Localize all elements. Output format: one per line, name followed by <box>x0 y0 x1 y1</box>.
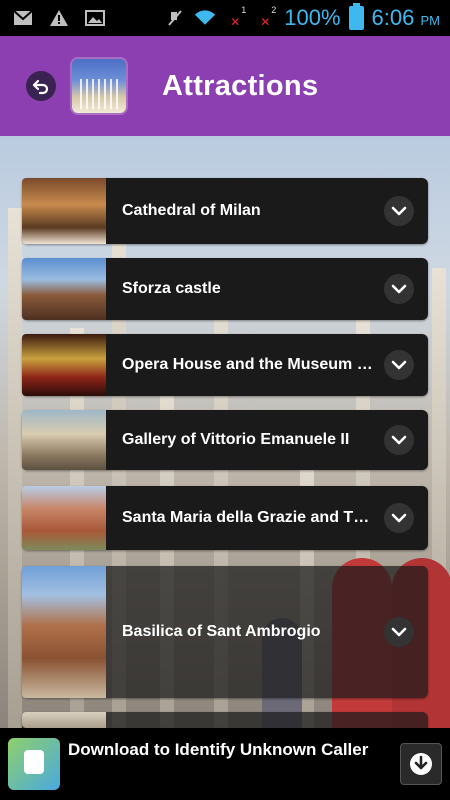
thumbnail <box>22 258 106 320</box>
list-item-label: Cathedral of Milan <box>122 202 261 219</box>
list-item-label: Sforza castle <box>122 280 221 297</box>
list-item[interactable]: Gallery of Vittorio Emanuele II <box>22 410 428 470</box>
ad-banner[interactable]: Download to Identify Unknown Caller <box>0 728 450 800</box>
warning-icon <box>48 9 70 27</box>
back-arrow-icon <box>32 79 49 95</box>
chevron-down-icon[interactable] <box>384 503 414 533</box>
mute-icon <box>164 9 186 27</box>
download-button[interactable] <box>400 743 442 785</box>
list-item[interactable]: Basilica of Sant Ambrogio <box>22 566 428 698</box>
thumbnail <box>22 486 106 550</box>
app-logo <box>72 59 126 113</box>
ad-text: Download to Identify Unknown Caller <box>68 740 369 759</box>
thumbnail <box>22 712 106 728</box>
list-item-label: Santa Maria della Grazie and The Last Su… <box>122 509 376 526</box>
clock: 6:06 PM <box>372 5 440 31</box>
download-icon <box>410 753 432 775</box>
sim2-label: 2 <box>271 5 277 15</box>
chevron-down-icon[interactable] <box>384 274 414 304</box>
list-item-label: Opera House and the Museum of La Scala <box>122 356 376 373</box>
signal-1-icon: 1 ✕ <box>230 5 247 29</box>
list-item[interactable] <box>22 712 428 728</box>
list-item[interactable]: Santa Maria della Grazie and The Last Su… <box>22 486 428 550</box>
chevron-down-icon[interactable] <box>384 350 414 380</box>
back-button[interactable] <box>26 71 56 101</box>
chevron-down-icon[interactable] <box>384 425 414 455</box>
thumbnail <box>22 410 106 470</box>
sim1-label: 1 <box>241 5 247 15</box>
chevron-down-icon[interactable] <box>384 617 414 647</box>
signal-2-icon: 2 ✕ <box>260 5 277 29</box>
thumbnail <box>22 334 106 396</box>
list-item-label: Basilica of Sant Ambrogio <box>122 623 321 640</box>
list-item-label: Gallery of Vittorio Emanuele II <box>122 431 350 448</box>
status-bar: 1 ✕ 2 ✕ 100% 6:06 PM <box>0 0 450 36</box>
list-item[interactable]: Sforza castle <box>22 258 428 320</box>
clock-ampm: PM <box>420 13 441 28</box>
thumbnail <box>22 178 106 244</box>
clock-time: 6:06 <box>371 5 415 30</box>
thumbnail <box>22 566 106 698</box>
app-header: Attractions <box>0 36 450 136</box>
list-item[interactable]: Cathedral of Milan <box>22 178 428 244</box>
gmail-icon <box>12 9 34 27</box>
wifi-icon <box>194 9 216 27</box>
chevron-down-icon[interactable] <box>384 196 414 226</box>
caller-id-app-icon <box>8 738 60 790</box>
page-title: Attractions <box>162 69 319 102</box>
image-icon <box>84 9 106 27</box>
battery-icon <box>348 3 364 30</box>
list-item[interactable]: Opera House and the Museum of La Scala <box>22 334 428 396</box>
battery-percent: 100% <box>284 5 341 30</box>
